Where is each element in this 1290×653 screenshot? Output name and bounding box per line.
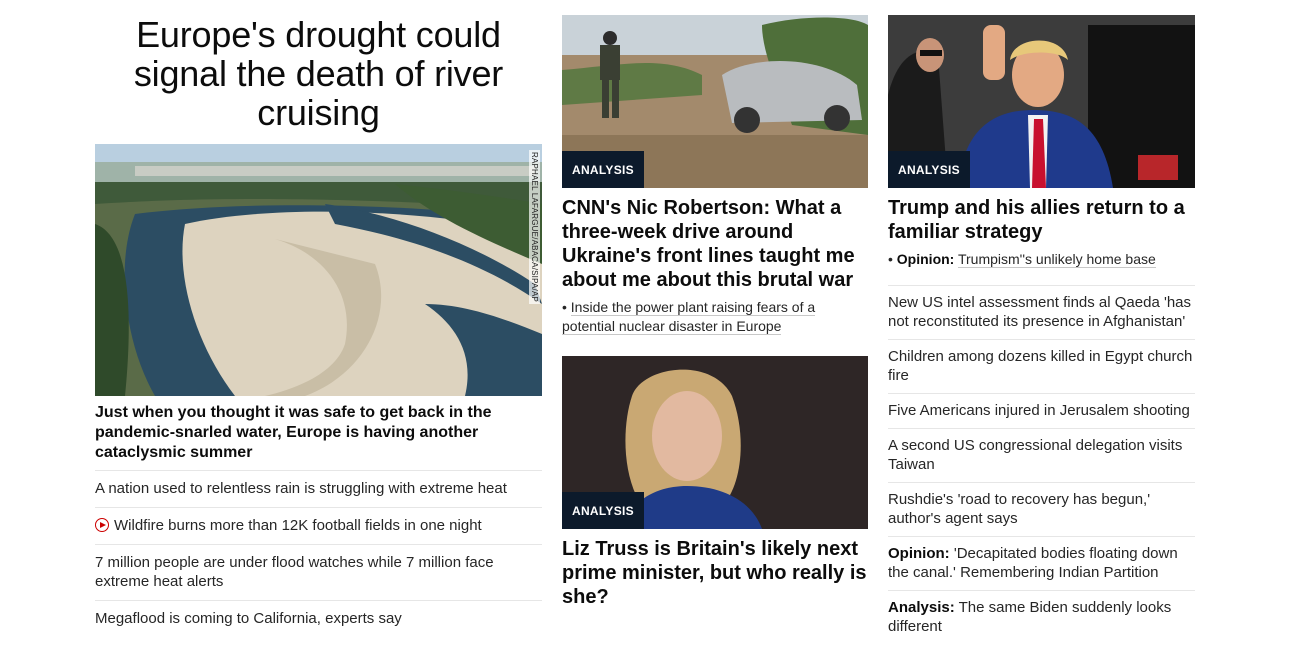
truss-story-title[interactable]: Liz Truss is Britain's likely next prime… [562,537,868,609]
headline-link[interactable]: Five Americans injured in Jerusalem shoo… [888,393,1195,428]
image-credit: RAPHAEL LAFARGUE/ABACA/SIPA/AP [529,150,540,305]
play-video-icon [95,518,109,532]
truss-story-card: ANALYSIS Liz Truss is Britain's likely n… [562,356,868,609]
headline-link[interactable]: New US intel assessment finds al Qaeda '… [888,285,1195,339]
lead-story-image[interactable]: RAPHAEL LAFARGUE/ABACA/SIPA/AP [95,144,542,396]
lead-story-title[interactable]: Europe's drought could signal the death … [95,15,542,132]
truss-story-image[interactable]: ANALYSIS [562,356,868,529]
opinion-headline-link[interactable]: Opinion: 'Decapitated bodies floating do… [888,536,1195,590]
ukraine-story-image[interactable]: ANALYSIS [562,15,868,188]
right-column: ANALYSIS Trump and his allies return to … [888,15,1195,644]
headline-link[interactable]: Children among dozens killed in Egypt ch… [888,339,1195,393]
middle-column: ANALYSIS CNN's Nic Robertson: What a thr… [562,15,868,608]
headline-link[interactable]: Rushdie's 'road to recovery has begun,' … [888,482,1195,536]
analysis-headline-link[interactable]: Analysis: The same Biden suddenly looks … [888,590,1195,644]
analysis-badge: ANALYSIS [562,151,644,188]
dry-river-photo [95,144,542,396]
trump-story-card: ANALYSIS Trump and his allies return to … [888,15,1195,269]
ukraine-story-card: ANALYSIS CNN's Nic Robertson: What a thr… [562,15,868,336]
trump-story-title[interactable]: Trump and his allies return to a familia… [888,196,1195,244]
lead-story-headline[interactable]: Just when you thought it was safe to get… [95,403,542,470]
related-link[interactable]: 7 million people are under flood watches… [95,544,542,600]
related-link[interactable]: Megaflood is coming to California, exper… [95,600,542,637]
nuclear-plant-link[interactable]: • Inside the power plant raising fears o… [562,298,868,336]
lead-story-column: Europe's drought could signal the death … [95,15,542,637]
headline-list: New US intel assessment finds al Qaeda '… [888,285,1195,644]
ukraine-story-title[interactable]: CNN's Nic Robertson: What a three-week d… [562,196,868,292]
headline-link[interactable]: A second US congressional delegation vis… [888,428,1195,482]
related-link[interactable]: A nation used to relentless rain is stru… [95,470,542,507]
trumpism-opinion-link[interactable]: • Opinion: Trumpism''s unlikely home bas… [888,250,1195,269]
related-video-link[interactable]: Wildfire burns more than 12K football fi… [95,507,542,544]
analysis-badge: ANALYSIS [562,492,644,529]
analysis-badge: ANALYSIS [888,151,970,188]
trump-story-image[interactable]: ANALYSIS [888,15,1195,188]
